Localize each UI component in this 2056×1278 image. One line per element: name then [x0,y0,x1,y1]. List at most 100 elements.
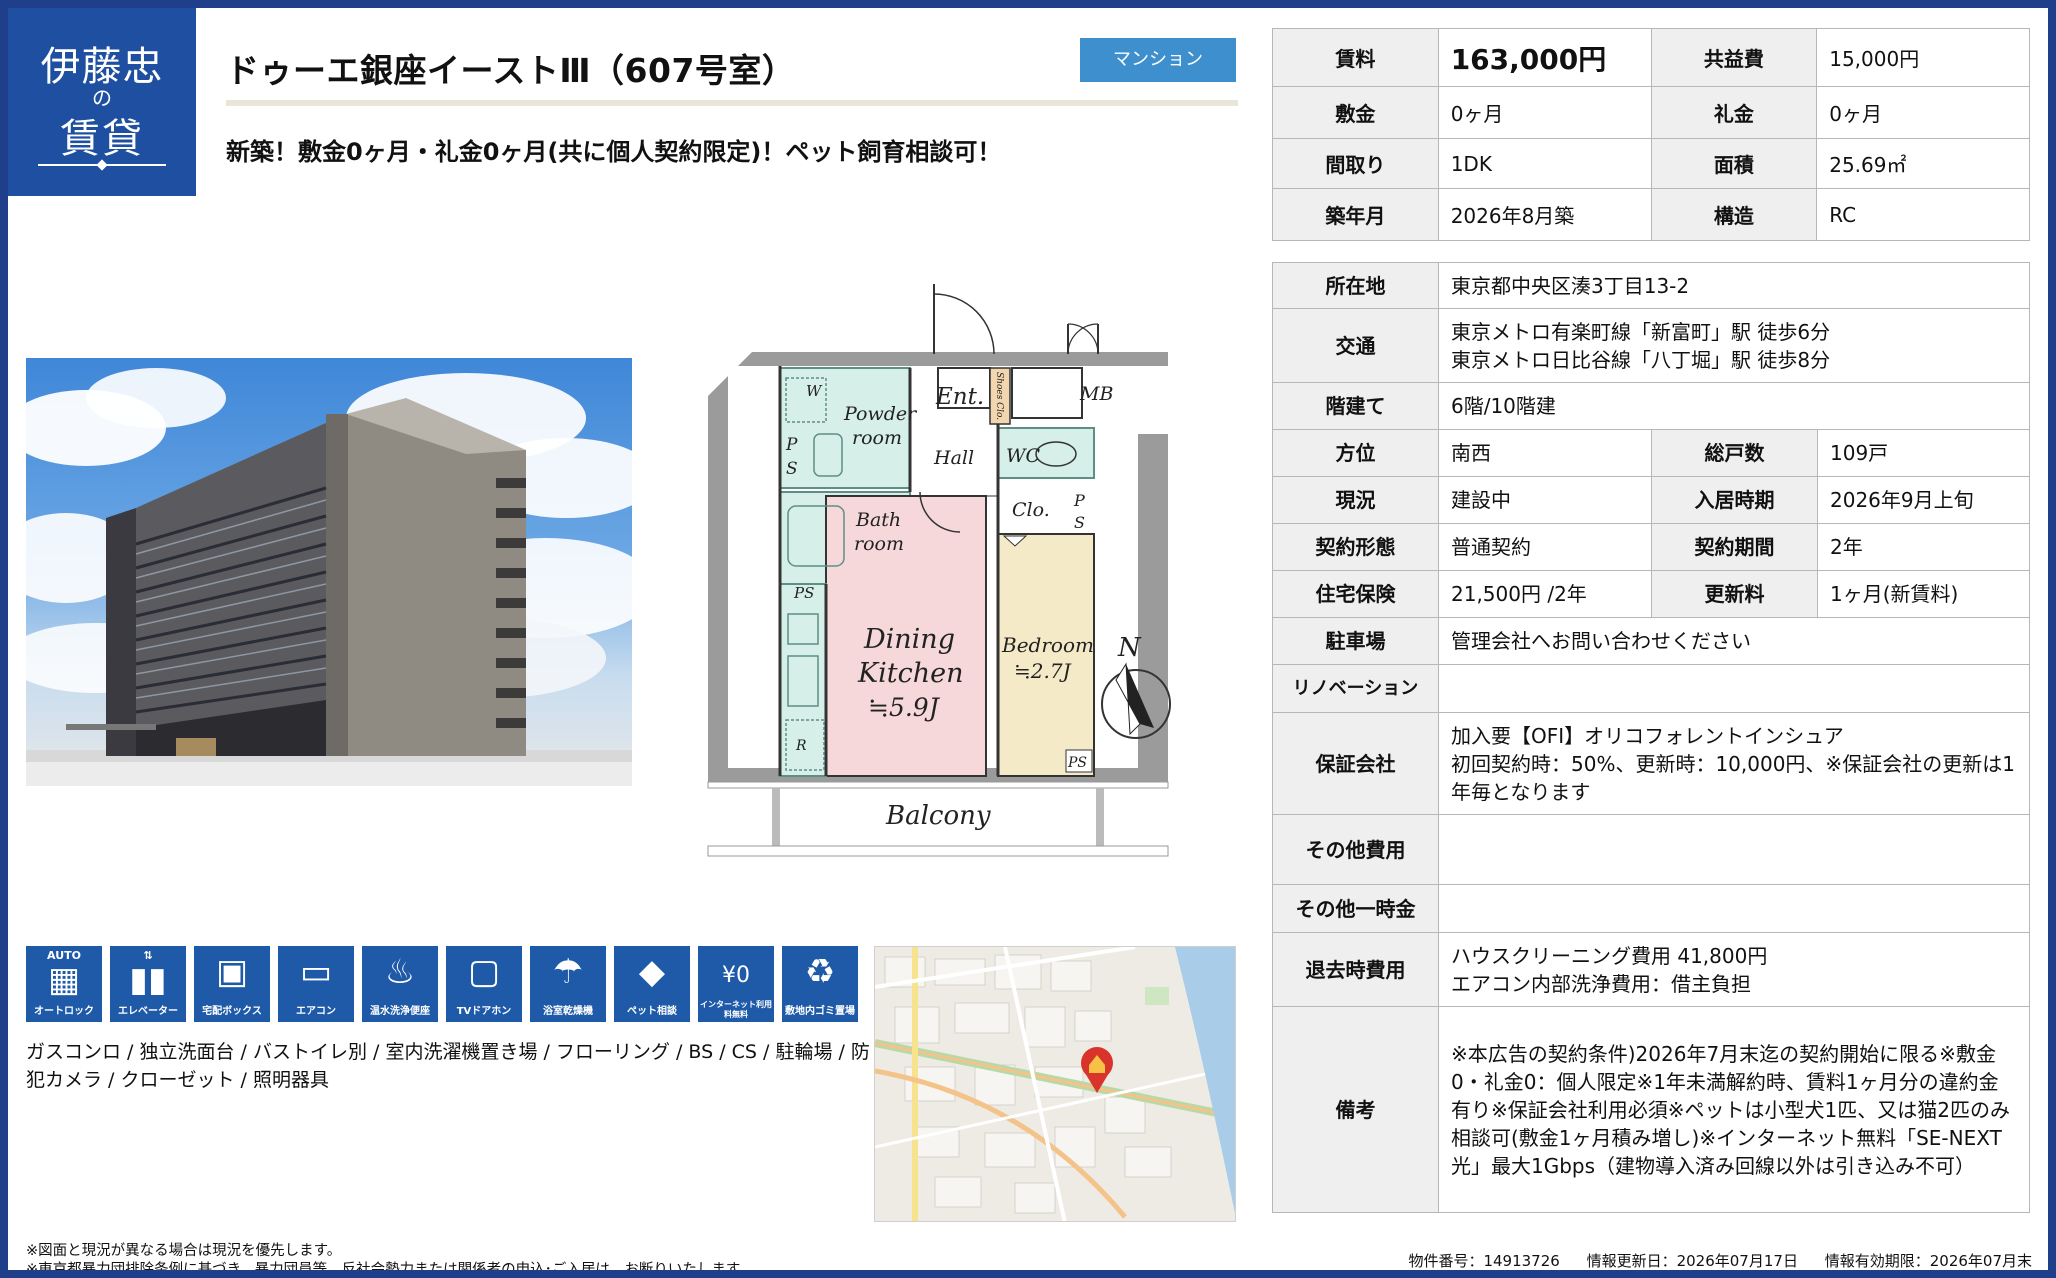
building-photo[interactable] [26,358,632,786]
term-label: 契約期間 [1651,523,1818,571]
floor-plan[interactable]: W Powder room P S Ent. MB Shoes Clo. Hal… [698,284,1178,868]
renewal-label: 更新料 [1651,570,1818,618]
plan-label-powder-room: room [852,427,902,449]
term-value: 2年 [1817,523,2030,571]
plan-label-kitchen: Kitchen [857,658,964,689]
plan-label-powder: Powder [843,403,918,425]
keypad-icon: AUTO ▦ オートロック [26,946,102,1022]
onetime-label: その他一時金 [1272,884,1439,933]
deposit-label: 敷金 [1272,86,1439,139]
onetime-value [1438,884,2030,933]
fee-label: 共益費 [1650,28,1818,87]
plan-label-balcony: Balcony [885,801,991,831]
movein-label: 入居時期 [1651,476,1818,524]
guarantor-value: 加入要【OFI】オリコフォレントインシュア 初回契約時：50%、更新時：10,0… [1438,712,2030,815]
property-type-badge: マンション [1080,38,1236,82]
other-fee-label: その他費用 [1272,814,1439,885]
info-footer: 物件番号：14913726 情報更新日：2026年07月17日 情報有効期限：2… [1386,1250,2032,1270]
layout-label: 間取り [1272,138,1439,189]
renewal-value: 1ヶ月(新賃料) [1817,570,2030,618]
logo-line3: 賃貸 [60,116,144,162]
plan-label-p2: P [1073,491,1085,510]
key-money-value: 0ヶ月 [1816,86,2030,139]
layout-value: 1DK [1437,138,1652,189]
contract-value: 普通契約 [1438,523,1652,571]
fee-value: 15,000円 [1816,28,2030,87]
key-money-label: 礼金 [1650,86,1818,139]
direction-value: 南西 [1438,429,1652,477]
structure-label: 構造 [1650,188,1818,241]
plan-label-ps: PS [793,584,814,602]
remarks-value: ※本広告の契約条件)2026年7月末迄の契約開始に限る※敷金0・礼金0：個人限定… [1438,1006,2030,1213]
access-line-1: 東京メトロ有楽町線「新富町」駅 徒歩6分 [1451,319,1831,344]
plan-label-dining: Dining [863,624,955,655]
access-value: 東京メトロ有楽町線「新富町」駅 徒歩6分 東京メトロ日比谷線「八丁堀」駅 徒歩8… [1438,308,2030,383]
plan-label-p: P [785,435,798,455]
garbage-icon: ♻ 敷地内ゴミ置場 [782,946,858,1022]
structure-value: RC [1816,188,2030,241]
guarantor-label: 保証会社 [1272,712,1439,815]
plan-label-w: W [806,382,823,400]
bath-dryer-icon: ☂ 浴室乾燥機 [530,946,606,1022]
property-id: 物件番号：14913726 [1408,1252,1560,1270]
built-label: 築年月 [1272,188,1439,241]
plan-label-mb: MB [1079,383,1113,405]
movein-value: 2026年9月上旬 [1817,476,2030,524]
address-value: 東京都中央区湊3丁目13-2 [1438,262,2030,309]
map-drawing [875,947,1235,1221]
access-label: 交通 [1272,308,1439,383]
insurance-label: 住宅保険 [1272,570,1439,618]
north-label: N [1117,633,1142,663]
status-value: 建設中 [1438,476,1652,524]
brand-logo[interactable]: 伊藤忠 の 賃貸 [8,8,196,196]
area-map[interactable] [874,946,1236,1222]
floor-label: 階建て [1272,382,1439,430]
updated-date: 情報更新日：2026年07月17日 [1586,1252,1798,1270]
parking-value: 管理会社へお問い合わせください [1438,617,2030,665]
plan-label-bath-room: room [854,533,904,555]
address-label: 所在地 [1272,262,1439,309]
area-label: 面積 [1650,138,1818,189]
guarantor-line-1: 加入要【OFI】オリコフォレントインシュア [1451,723,1844,748]
building-illustration [26,368,632,786]
moveout-label: 退去時費用 [1272,932,1439,1007]
contract-label: 契約形態 [1272,523,1439,571]
plan-label-ent: Ent. [935,384,984,410]
wifi-icon: ¥0 インターネット利用料無料 [698,946,774,1022]
property-sheet: 伊藤忠 の 賃貸 ドゥーエ銀座イーストⅢ（607号室） マンション 新築！敷金0… [8,8,2048,1270]
area-value: 25.69㎡ [1816,138,2030,189]
valid-until: 情報有効期限：2026年07月末 [1824,1252,2032,1270]
plan-label-s: S [786,459,798,479]
plan-label-bath: Bath [855,509,901,531]
renovation-value [1438,664,2030,713]
parking-label: 駐車場 [1272,617,1439,665]
facilities-list: ガスコンロ / 独立洗面台 / バストイレ別 / 室内洗濯機置き場 / フローリ… [26,1041,870,1091]
property-title: ドゥーエ銀座イーストⅢ（607号室） [226,51,796,90]
pet-icon: ◆ ペット相談 [614,946,690,1022]
guarantor-line-2: 初回契約時：50%、更新時：10,000円、※保証会社の更新は1年毎となります [1451,751,2015,804]
renovation-label: リノベーション [1272,664,1439,713]
disclaimer-notes: ※図面と現況が異なる場合は現況を優先します。 ※東京都暴力団排除条例に基づき、暴… [26,1242,753,1270]
plan-label-dk-size: ≒5.9J [868,693,941,722]
plan-label-r: R [795,738,807,754]
built-value: 2026年8月築 [1437,188,1652,241]
plan-label-hall: Hall [933,447,974,469]
plan-label-bedroom: Bedroom [1001,633,1094,657]
note-1: ※図面と現況が異なる場合は現況を優先します。 [26,1243,342,1259]
plan-label-shoes: Shoes Clo. [994,372,1004,420]
units-value: 109戸 [1817,429,2030,477]
delivery-box-icon: ▣ 宅配ボックス [194,946,270,1022]
status-label: 現況 [1272,476,1439,524]
elevator-icon: ⇅ ▮▮ エレベーター [110,946,186,1022]
floor-plan-drawing: W Powder room P S Ent. MB Shoes Clo. Hal… [707,284,1171,857]
insurance-value: 21,500円 /2年 [1438,570,1652,618]
logo-rule [38,164,166,166]
plan-label-wc: WC [1006,445,1041,467]
moveout-line-2: エアコン内部洗浄費用：借主負担 [1451,971,1751,996]
title-divider [226,100,1238,106]
plan-label-bed-size: ≒2.7J [1014,659,1072,683]
plan-label-clo: Clo. [1012,499,1050,521]
units-label: 総戸数 [1651,429,1818,477]
deposit-value: 0ヶ月 [1437,86,1652,139]
air-conditioner-icon: ▭ エアコン [278,946,354,1022]
